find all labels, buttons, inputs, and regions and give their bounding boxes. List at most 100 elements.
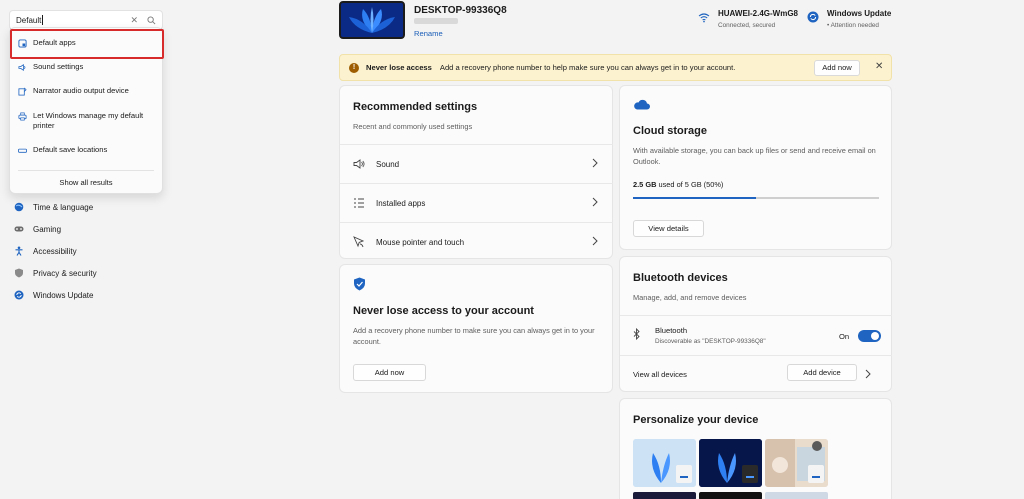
chevron-right-icon[interactable]: [863, 368, 873, 380]
suggestion-label: Default save locations: [33, 145, 108, 154]
bluetooth-state: On: [839, 332, 850, 341]
theme-thumbnail-more[interactable]: [699, 492, 762, 499]
sidebar-nav: Time & language Gaming Accessibility Pri…: [8, 196, 168, 306]
personalize-card: Personalize your device: [619, 398, 892, 499]
view-all-devices-link[interactable]: View all devices: [633, 369, 687, 380]
account-recovery-card: Never lose access to your account Add a …: [339, 264, 613, 393]
recommended-item-label: Sound: [376, 159, 400, 169]
warning-icon: !: [349, 62, 359, 73]
windows-update-status[interactable]: Windows Update • Attention needed: [807, 9, 891, 29]
suggestion-label: Narrator audio output device: [33, 86, 129, 95]
cloud-storage-card: Cloud storage With available storage, yo…: [619, 85, 892, 250]
wifi-status[interactable]: HUAWEI-2.4G-WmG8 Connected, secured: [698, 9, 798, 29]
device-thumbnail: [339, 1, 405, 39]
theme-thumbnail-light[interactable]: [633, 439, 696, 487]
banner-text: Add a recovery phone number to help make…: [439, 63, 736, 72]
globe-clock-icon: [14, 202, 24, 212]
recommended-item-installed-apps[interactable]: Installed apps: [340, 183, 613, 222]
sidebar-item-label: Gaming: [33, 224, 62, 234]
banner-title: Never lose access: [366, 63, 432, 72]
never-lose-access-banner: ! Never lose access Add a recovery phone…: [339, 54, 892, 81]
bluetooth-discoverable: Discoverable as "DESKTOP-99336Q8": [655, 338, 766, 345]
search-icon[interactable]: [147, 16, 156, 25]
close-icon[interactable]: ✕: [875, 61, 883, 72]
sidebar-item-label: Time & language: [33, 202, 94, 212]
show-all-results-link[interactable]: Show all results: [10, 178, 162, 187]
recommended-item-label: Mouse pointer and touch: [376, 237, 465, 247]
chevron-right-icon: [592, 236, 598, 246]
bluetooth-label: Bluetooth: [655, 326, 688, 335]
accessibility-icon: [15, 246, 23, 256]
divider: [18, 170, 154, 171]
shield-check-icon: [354, 277, 365, 291]
recommended-item-mouse-pointer[interactable]: Mouse pointer and touch: [340, 222, 613, 261]
cloud-icon: [634, 99, 650, 110]
chevron-right-icon: [592, 197, 598, 207]
sidebar-item-accessibility[interactable]: Accessibility: [8, 240, 168, 262]
theme-thumbnail-dark[interactable]: [699, 439, 762, 487]
speaker-icon: [353, 159, 365, 169]
recommended-settings-card: Recommended settings Recent and commonly…: [339, 85, 613, 259]
add-now-button[interactable]: Add now: [353, 364, 426, 381]
theme-light-image: [633, 439, 696, 487]
storage-used: 2.5 GB: [633, 180, 657, 189]
search-suggestions: Default apps Sound settings Narrator aud…: [9, 27, 164, 194]
card-title: Cloud storage: [633, 125, 707, 137]
sidebar-item-label: Windows Update: [33, 290, 94, 300]
card-title: Personalize your device: [633, 414, 759, 426]
wifi-connection-status: Connected, secured: [718, 22, 776, 29]
suggestion-default-save-locations[interactable]: Default save locations: [10, 145, 162, 155]
theme-thumbnail-photo[interactable]: [765, 439, 828, 487]
storage-progress-bar: [633, 197, 879, 199]
theme-thumbnail-more[interactable]: [765, 492, 828, 499]
theme-thumbnail-more[interactable]: [633, 492, 696, 499]
mouse-pointer-icon: [353, 236, 365, 248]
storage-used-rest: used of 5 GB (50%): [658, 180, 724, 189]
recommended-item-label: Installed apps: [376, 198, 426, 208]
selection-highlight: [10, 29, 164, 59]
divider: [620, 355, 892, 356]
card-text: Add a recovery phone number to make sure…: [353, 326, 595, 346]
suggestion-narrator-audio[interactable]: Narrator audio output device: [10, 86, 162, 96]
sidebar-item-gaming[interactable]: Gaming: [8, 218, 168, 240]
bloom-wallpaper-image: [341, 3, 403, 37]
storage-usage: 2.5 GB used of 5 GB (50%): [633, 179, 723, 190]
suggestion-default-printer[interactable]: Let Windows manage my default printer: [10, 111, 162, 131]
sidebar-item-label: Accessibility: [33, 246, 77, 256]
suggestion-sound-settings[interactable]: Sound settings: [10, 62, 162, 72]
theme-photo-image: [765, 439, 828, 487]
sidebar-item-windows-update[interactable]: Windows Update: [8, 284, 168, 306]
bluetooth-toggle[interactable]: [858, 330, 881, 342]
gamepad-icon: [14, 226, 24, 232]
chevron-right-icon: [592, 158, 598, 168]
sidebar-item-label: Privacy & security: [33, 268, 97, 278]
card-title: Never lose access to your account: [353, 305, 534, 317]
wifi-icon: [698, 13, 710, 23]
shield-icon: [15, 268, 23, 278]
card-title: Bluetooth devices: [633, 272, 728, 284]
narrator-icon: [18, 87, 27, 96]
speaker-icon: [18, 64, 26, 71]
card-text: With available storage, you can back up …: [633, 146, 876, 166]
sidebar-item-privacy-security[interactable]: Privacy & security: [8, 262, 168, 284]
windows-update-title: Windows Update: [827, 9, 892, 18]
drive-icon: [18, 148, 27, 153]
sidebar-item-time-language[interactable]: Time & language: [8, 196, 168, 218]
toggle-knob: [871, 332, 879, 340]
clear-search-icon[interactable]: ✕: [130, 15, 138, 26]
wifi-network-name: HUAWEI-2.4G-WmG8: [718, 9, 799, 18]
bluetooth-icon: [633, 328, 640, 340]
storage-progress-fill: [633, 197, 756, 199]
recommended-item-sound[interactable]: Sound: [340, 144, 613, 183]
windows-update-attention: • Attention needed: [827, 22, 879, 29]
list-icon: [354, 198, 364, 208]
suggestion-label: Let Windows manage my default printer: [33, 111, 144, 130]
printer-icon: [18, 112, 27, 121]
search-value: Default: [16, 15, 42, 25]
view-details-button[interactable]: View details: [633, 220, 704, 237]
rename-link[interactable]: Rename: [414, 29, 443, 38]
bluetooth-devices-card: Bluetooth devices Manage, add, and remov…: [619, 256, 892, 392]
add-device-button[interactable]: Add device: [787, 364, 857, 381]
banner-add-now-button[interactable]: Add now: [814, 60, 860, 76]
text-caret: [42, 15, 44, 25]
